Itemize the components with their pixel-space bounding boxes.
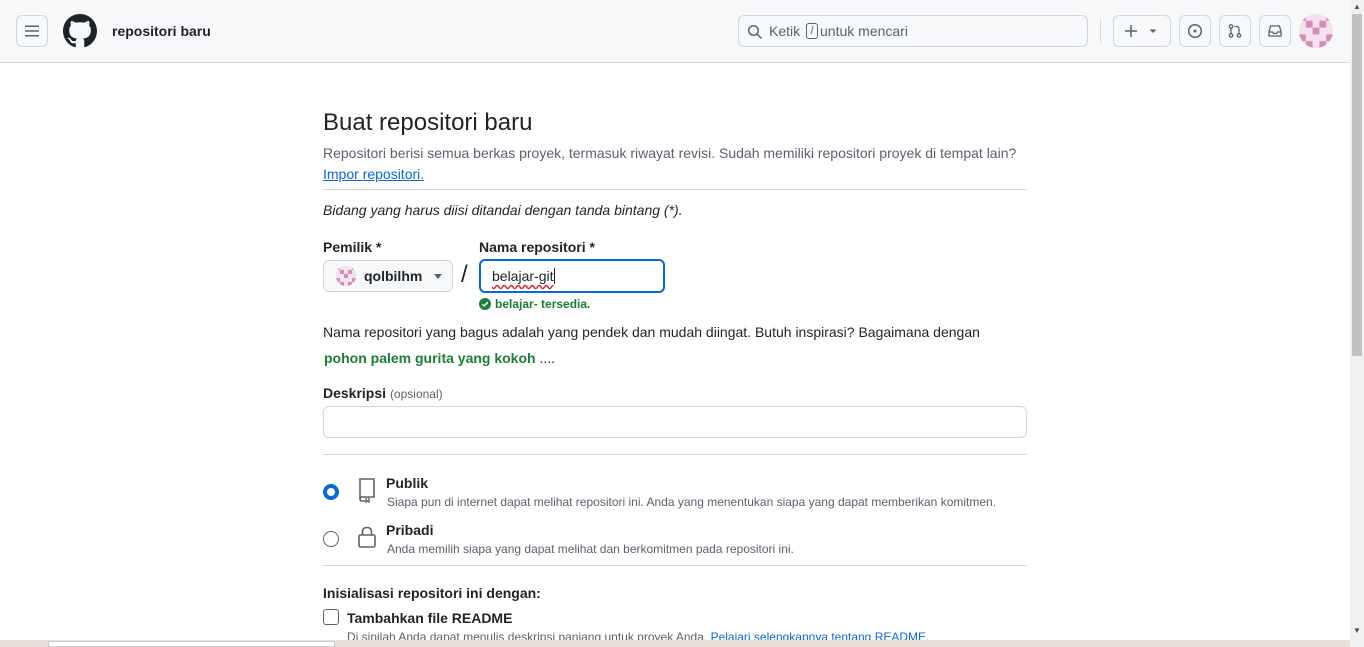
section-divider [323,454,1027,455]
user-avatar[interactable] [1299,14,1333,48]
bottom-strip [0,640,1350,647]
optional-hint: (opsional) [389,387,443,401]
issue-opened-icon [1187,23,1203,39]
repo-icon [359,478,375,503]
description-input[interactable] [323,406,1027,438]
readme-label[interactable]: Tambahkan file README [347,610,512,626]
public-title: Publik [386,475,429,491]
owner-select[interactable]: qolbilhm [323,260,453,292]
text-cursor [554,268,556,284]
github-logo-icon[interactable] [63,14,97,48]
pull-requests-button[interactable] [1219,15,1251,47]
issues-button[interactable] [1179,15,1211,47]
lock-icon [358,526,376,548]
scroll-down-icon[interactable]: ▼ [1353,626,1361,635]
repo-name-label: Nama repositori * [479,239,595,255]
availability-message: belajar- tersedia. [479,297,590,311]
owner-label: Pemilik * [323,239,382,255]
hamburger-icon [25,25,39,37]
triangle-down-icon [1149,29,1157,33]
page-title: Buat repositori baru [323,109,533,136]
suggestion-text[interactable]: pohon palem gurita yang kokoh [324,350,536,366]
page-context-title[interactable]: repositori baru [112,23,211,39]
create-new-button[interactable] [1113,15,1171,47]
intro-text: Repositori berisi semua berkas proyek, t… [323,145,1017,182]
search-shortcut-key: / [806,23,819,39]
search-placeholder-end: untuk mencari [820,23,908,39]
readme-checkbox[interactable] [323,609,339,625]
name-suggestion[interactable]: pohon palem gurita yang kokoh .... [324,350,555,366]
search-placeholder-start: Ketik [769,23,801,39]
header-divider [1100,19,1101,43]
private-title: Pribadi [386,522,434,538]
private-description: Anda memilih siapa yang dapat melihat da… [387,542,794,556]
public-radio[interactable] [323,484,339,500]
check-circle-icon [479,298,491,310]
inbox-icon [1268,25,1282,37]
repo-name-value: belajar-git [492,268,554,284]
scrollbar-thumb[interactable] [1352,14,1362,356]
menu-button[interactable] [16,15,48,47]
name-tip-text: Nama repositori yang bagus adalah yang p… [323,324,980,340]
plus-icon [1125,25,1137,37]
private-radio[interactable] [323,531,339,547]
search-icon [747,24,763,40]
chevron-down-icon [434,274,442,279]
suggestion-trail: .... [539,350,556,366]
description-label: Deskripsi (opsional) [323,385,443,401]
search-input[interactable]: Ketik / untuk mencari [738,15,1088,47]
scroll-up-icon[interactable]: ▲ [1353,2,1361,11]
inbox-button[interactable] [1259,15,1291,47]
repo-name-input[interactable]: belajar-git [479,259,665,293]
git-pull-request-icon [1228,24,1242,38]
required-fields-note: Bidang yang harus diisi ditandai dengan … [323,202,683,218]
public-description: Siapa pun di internet dapat melihat repo… [387,495,997,509]
owner-name-separator: / [461,261,468,288]
import-repo-link[interactable]: Impor repositori. [323,166,424,182]
owner-value: qolbilhm [364,268,423,284]
section-divider [323,189,1027,190]
vertical-scrollbar[interactable]: ▲ ▼ [1350,0,1364,647]
top-header: repositori baru Ketik / untuk mencari [0,0,1350,63]
owner-avatar [336,266,356,286]
init-label: Inisialisasi repositori ini dengan: [323,585,541,601]
section-divider [323,565,1027,566]
